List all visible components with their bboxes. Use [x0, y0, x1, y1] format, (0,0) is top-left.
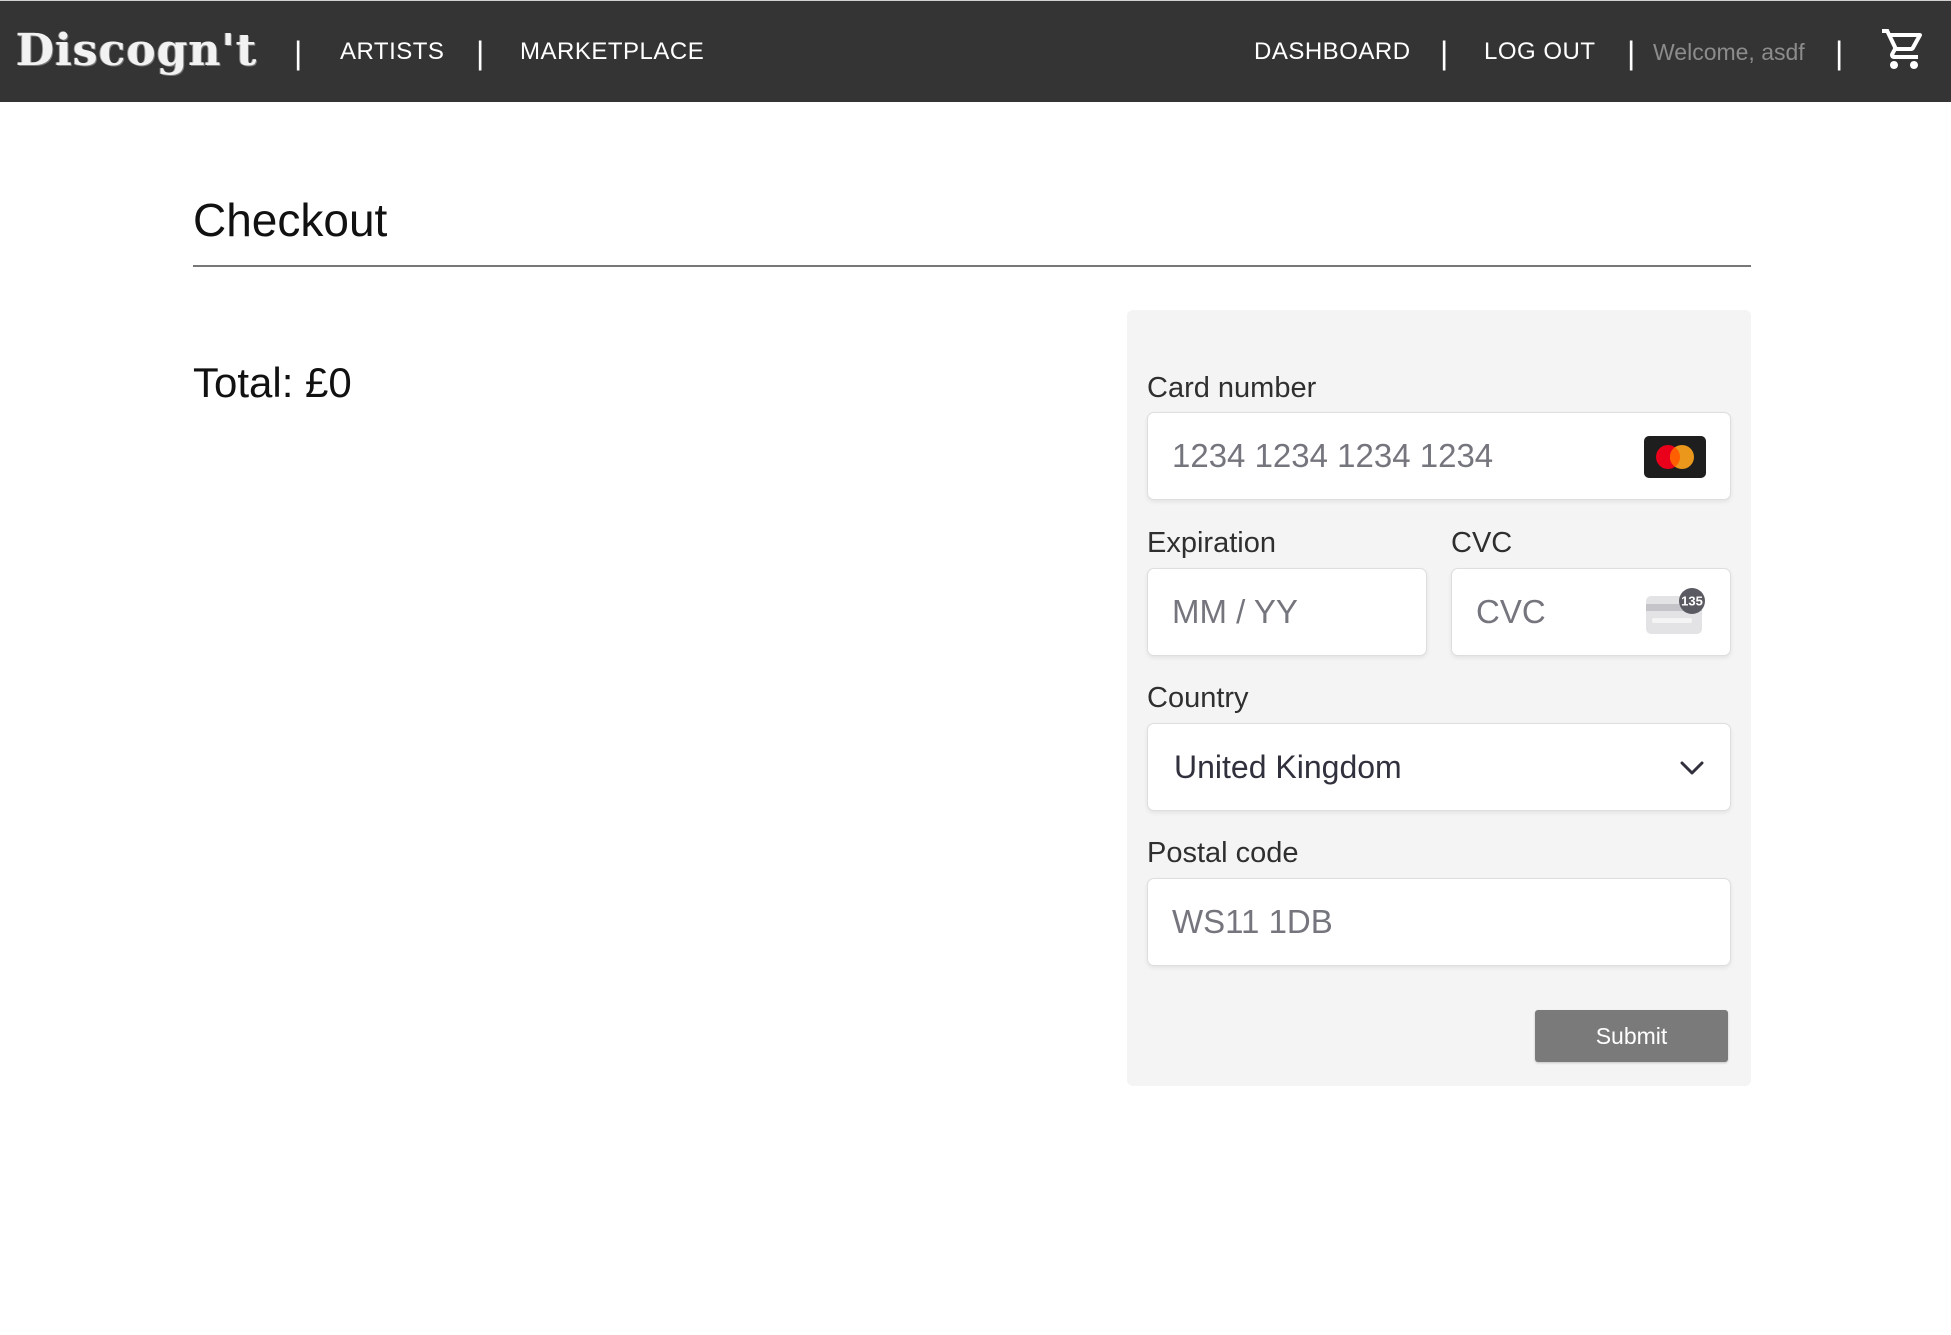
site-logo[interactable]: Discogn't — [16, 23, 257, 79]
country-select[interactable]: United Kingdom — [1147, 723, 1731, 811]
cvc-icon-text: 135 — [1681, 594, 1703, 609]
nav-link-dashboard[interactable]: DASHBOARD — [1254, 37, 1411, 67]
country-label: Country — [1147, 682, 1249, 714]
nav-separator: | — [1627, 35, 1636, 71]
card-number-field[interactable] — [1147, 412, 1731, 500]
submit-button[interactable]: Submit — [1535, 1010, 1728, 1062]
payment-form: Card number Expiration CVC 135 Country U… — [1127, 310, 1751, 1086]
expiration-label: Expiration — [1147, 527, 1276, 559]
nav-link-artists[interactable]: ARTISTS — [340, 37, 444, 67]
cvc-label: CVC — [1451, 527, 1513, 559]
cvc-card-icon: 135 — [1646, 588, 1705, 634]
expiration-field[interactable] — [1147, 568, 1427, 656]
chevron-down-icon — [1680, 761, 1704, 775]
cvc-field[interactable]: 135 — [1451, 568, 1731, 656]
postal-code-input[interactable] — [1172, 879, 1702, 965]
nav-separator: | — [1835, 35, 1844, 71]
top-navbar: Discogn't | ARTISTS | MARKETPLACE DASHBO… — [0, 0, 1951, 102]
cvc-input[interactable] — [1476, 569, 1636, 655]
title-divider — [193, 265, 1751, 267]
postal-code-field[interactable] — [1147, 878, 1731, 966]
welcome-message: Welcome, asdf — [1653, 39, 1805, 65]
nav-link-log-out[interactable]: LOG OUT — [1484, 37, 1596, 67]
card-number-label: Card number — [1147, 372, 1317, 404]
order-total: Total: £0 — [193, 359, 352, 406]
nav-separator: | — [476, 35, 485, 71]
postal-code-label: Postal code — [1147, 837, 1299, 869]
page-title: Checkout — [193, 194, 388, 246]
country-selected-value: United Kingdom — [1174, 749, 1402, 785]
shopping-cart-icon[interactable] — [1880, 25, 1928, 73]
card-number-input[interactable] — [1172, 413, 1632, 499]
expiration-input[interactable] — [1172, 569, 1402, 655]
mastercard-icon — [1644, 436, 1706, 478]
nav-separator: | — [294, 35, 303, 71]
nav-separator: | — [1440, 35, 1449, 71]
nav-link-marketplace[interactable]: MARKETPLACE — [520, 37, 704, 67]
